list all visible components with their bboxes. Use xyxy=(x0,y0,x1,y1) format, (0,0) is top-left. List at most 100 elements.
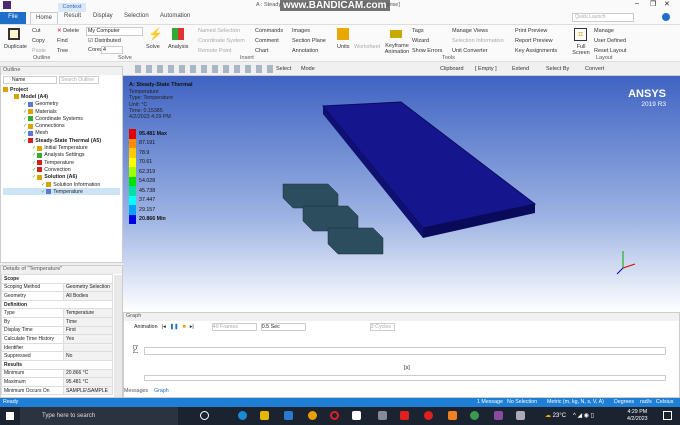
annotation-button[interactable]: Annotation xyxy=(292,48,318,54)
details-row[interactable]: Suppressed No xyxy=(1,351,113,361)
tree-item[interactable]: ✓ Steady-State Thermal (A5) xyxy=(3,137,120,144)
pause-button[interactable]: ❚❚ xyxy=(170,324,179,330)
edge-icon[interactable] xyxy=(238,411,247,420)
tab-file[interactable]: File xyxy=(0,12,26,24)
details-row[interactable]: Definition xyxy=(1,299,113,310)
details-row[interactable]: Identifier xyxy=(1,342,113,353)
status-messages[interactable]: 1 Message xyxy=(477,399,503,405)
app-icon-3[interactable] xyxy=(448,411,457,420)
tree-item[interactable]: Project xyxy=(3,86,120,93)
view-tool-icons[interactable] xyxy=(135,65,275,73)
tree-button[interactable]: Tree xyxy=(57,48,68,54)
details-value[interactable]: SAMPLE\SAMPLE xyxy=(63,385,113,396)
taskbar-search[interactable]: Type here to search xyxy=(20,407,178,425)
opera-icon[interactable] xyxy=(330,411,339,420)
previous-frame-button[interactable]: |◂ xyxy=(162,324,166,330)
tab-selection[interactable]: Selection xyxy=(124,13,149,19)
speed-select[interactable]: 0.5 Sec xyxy=(260,322,306,331)
mail-icon[interactable] xyxy=(284,411,293,420)
selection-information-button[interactable]: Selection Information xyxy=(452,38,504,44)
details-scrollbar[interactable] xyxy=(114,275,122,397)
app-icon-1[interactable] xyxy=(378,411,387,420)
tree-item[interactable]: ✓ Temperature xyxy=(3,159,120,166)
keyframe-animation-button[interactable]: Keyframe Animation xyxy=(383,43,411,55)
commands-button[interactable]: Commands xyxy=(255,28,283,34)
tree-item[interactable]: ✓ Solution Information xyxy=(3,181,120,188)
tree-item[interactable]: ✓ Convection xyxy=(3,166,120,173)
details-row[interactable]: Results xyxy=(1,359,113,370)
solve-button[interactable]: Solve xyxy=(146,44,160,50)
help-icon[interactable] xyxy=(662,13,670,21)
details-value[interactable]: Time xyxy=(63,316,113,327)
outline-filter-select[interactable]: Name xyxy=(3,76,57,84)
chart-button[interactable]: Chart xyxy=(255,48,268,54)
units-button[interactable]: Units xyxy=(337,44,350,50)
tab-graph[interactable]: Graph xyxy=(154,388,169,394)
coordinate-system-button[interactable]: Coordinate System xyxy=(198,38,245,44)
bandicam-icon[interactable] xyxy=(424,411,433,420)
details-row[interactable]: Calculate Time History Yes xyxy=(1,334,113,344)
key-assignments-button[interactable]: Key Assignments xyxy=(515,48,557,54)
status-temp[interactable]: Celsius xyxy=(656,399,673,405)
tree-item[interactable]: ✓ Initial Temperature xyxy=(3,144,120,151)
graph-plot-area[interactable] xyxy=(144,347,666,355)
details-row[interactable]: Scope xyxy=(1,274,113,284)
tags-button[interactable]: Tags xyxy=(412,28,424,34)
delete-button[interactable]: ✕ Delete xyxy=(57,28,79,34)
app-icon-4[interactable] xyxy=(516,411,525,420)
convert-button[interactable]: Convert xyxy=(585,66,604,72)
remote-point-button[interactable]: Remote Point xyxy=(198,48,231,54)
details-value[interactable]: 20.866 °C xyxy=(63,368,113,379)
tab-automation[interactable]: Automation xyxy=(160,13,190,19)
restore-button[interactable]: ❐ xyxy=(650,0,656,8)
graphics-viewport[interactable]: A: Steady-State Thermal Temperature Type:… xyxy=(123,76,680,312)
details-row[interactable]: Minimum 20.866 °C xyxy=(1,368,113,379)
full-screen-button[interactable]: Full Screen xyxy=(572,44,590,56)
details-row[interactable]: Type Temperature xyxy=(1,308,113,318)
tree-item[interactable]: ✓ Coordinate Systems xyxy=(3,115,120,122)
cut-button[interactable]: Cut xyxy=(32,28,41,34)
tab-display[interactable]: Display xyxy=(93,13,113,19)
graph-timeline[interactable] xyxy=(144,375,666,381)
frames-select[interactable]: 40 Frames xyxy=(211,322,257,331)
details-row[interactable]: Minimum Occurs On SAMPLE\SAMPLE xyxy=(1,385,113,396)
app-icon-2[interactable] xyxy=(400,411,409,420)
details-row[interactable]: Maximum 95.481 °C xyxy=(1,377,113,387)
mode-button[interactable]: Mode xyxy=(301,66,315,72)
details-value[interactable]: Geometry Selection xyxy=(63,282,113,293)
paste-button[interactable]: Paste xyxy=(32,48,46,54)
section-plane-button[interactable]: Section Plane xyxy=(292,38,326,44)
user-defined-button[interactable]: User Defined xyxy=(594,38,626,44)
tree-item[interactable]: ✓ Materials xyxy=(3,108,120,115)
tab-result[interactable]: Result xyxy=(64,13,81,19)
store-icon[interactable] xyxy=(352,411,361,420)
manage-views-button[interactable]: Manage Views xyxy=(452,28,488,34)
details-value[interactable]: Temperature xyxy=(63,308,113,318)
select-button[interactable]: Select xyxy=(276,66,291,72)
tree-item[interactable]: ✓ Analysis Settings xyxy=(3,152,120,159)
tab-messages[interactable]: Messages xyxy=(124,388,148,394)
chrome-icon[interactable] xyxy=(308,411,317,420)
details-value[interactable]: No xyxy=(63,351,113,361)
clock[interactable]: 4:29 PM 4/2/2023 xyxy=(627,409,648,423)
unit-converter-button[interactable]: Unit Converter xyxy=(452,48,487,54)
status-angle[interactable]: Degrees xyxy=(614,399,634,405)
wizard-button[interactable]: Wizard xyxy=(412,38,429,44)
details-row[interactable]: Display Time First xyxy=(1,325,113,336)
print-preview-button[interactable]: Print Preview xyxy=(515,28,547,34)
worksheet-button[interactable]: Worksheet xyxy=(354,44,380,50)
analysis-button[interactable]: Analysis xyxy=(168,44,188,50)
chrome-profile-icon[interactable] xyxy=(470,411,479,420)
comment-button[interactable]: Comment xyxy=(255,38,279,44)
outline-search-input[interactable]: Search Outline xyxy=(59,76,99,84)
duplicate-button[interactable]: Duplicate xyxy=(4,44,27,50)
cortana-icon[interactable] xyxy=(200,411,209,420)
copy-button[interactable]: Copy xyxy=(32,38,45,44)
notifications-icon[interactable] xyxy=(663,411,672,420)
weather[interactable]: ☁ 23°C xyxy=(545,412,566,419)
named-selection-button[interactable]: Named Selection xyxy=(198,28,240,34)
tray-icons[interactable]: ^ ◢ ◉ ▯ xyxy=(573,412,594,419)
status-units[interactable]: Metric (m, kg, N, s, V, A) xyxy=(547,399,604,405)
tree-item[interactable]: ✓ Solution (A6) xyxy=(3,174,120,181)
tree-item[interactable]: ✓ Mesh xyxy=(3,130,120,137)
